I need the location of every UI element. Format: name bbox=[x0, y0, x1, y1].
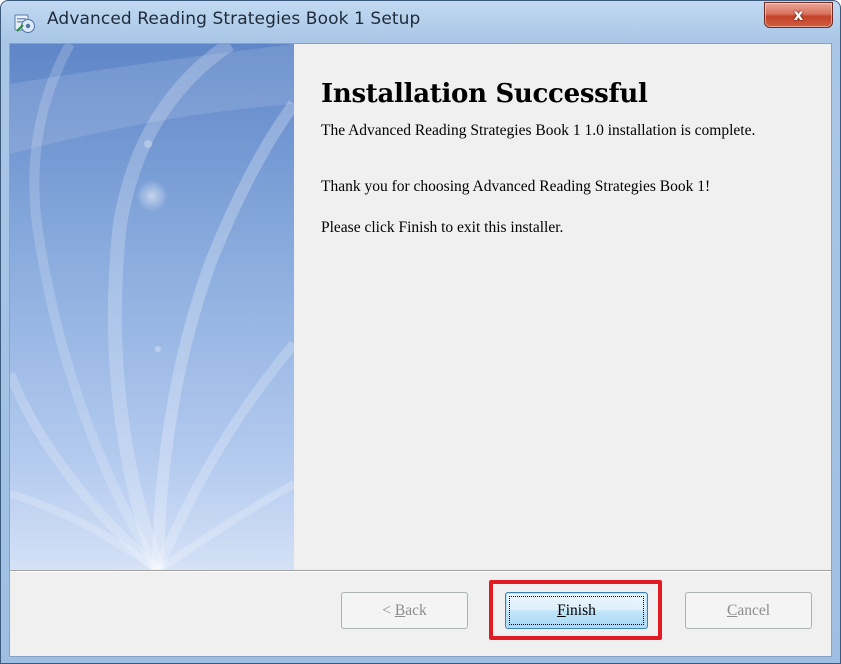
finish-button[interactable]: Finish bbox=[505, 592, 648, 629]
back-button-prefix: < bbox=[382, 602, 395, 619]
title-bar[interactable]: Advanced Reading Strategies Book 1 Setup… bbox=[1, 1, 840, 43]
finish-button-label-rest: inish bbox=[565, 602, 596, 619]
completion-message: The Advanced Reading Strategies Book 1 1… bbox=[321, 122, 756, 139]
thank-you-message: Thank you for choosing Advanced Reading … bbox=[321, 178, 711, 195]
wizard-body: Installation Successful The Advanced Rea… bbox=[9, 43, 832, 657]
decorative-banner-image bbox=[10, 44, 294, 570]
page-title: Installation Successful bbox=[321, 79, 648, 109]
back-button-label-rest: ack bbox=[405, 602, 427, 619]
setup-window: Advanced Reading Strategies Book 1 Setup… bbox=[0, 0, 841, 664]
finish-button-mnemonic: F bbox=[557, 602, 566, 619]
close-button[interactable]: x bbox=[764, 2, 833, 28]
finish-instruction: Please click Finish to exit this install… bbox=[321, 219, 564, 236]
back-button[interactable]: < Back bbox=[341, 592, 468, 629]
cancel-button-label-rest: ancel bbox=[737, 602, 771, 619]
window-title: Advanced Reading Strategies Book 1 Setup bbox=[47, 9, 421, 29]
wizard-side-banner bbox=[10, 44, 294, 570]
back-button-mnemonic: B bbox=[394, 602, 406, 619]
wizard-content-panel: Installation Successful The Advanced Rea… bbox=[294, 44, 831, 570]
button-area-divider bbox=[10, 570, 831, 572]
close-icon: x bbox=[793, 6, 804, 24]
cancel-button[interactable]: Cancel bbox=[685, 592, 812, 629]
cancel-button-mnemonic: C bbox=[726, 602, 738, 619]
setup-installer-icon bbox=[14, 14, 35, 33]
